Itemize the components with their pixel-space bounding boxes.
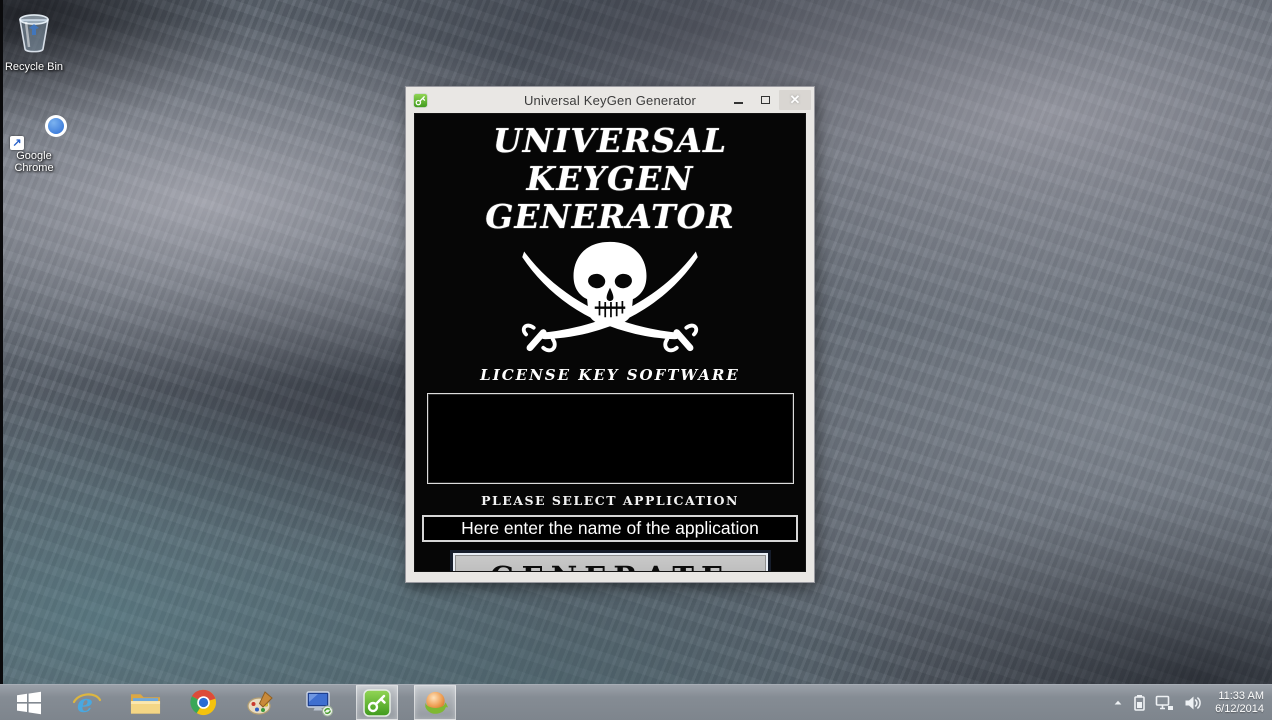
taskbar-item-sphere-app[interactable]: [414, 685, 456, 720]
desktop-icon-google-chrome[interactable]: ↗ Google Chrome: [4, 104, 64, 174]
desktop-icon-label: Recycle Bin: [4, 61, 64, 73]
maximize-button[interactable]: [752, 90, 779, 110]
keygen-key-icon: [363, 688, 391, 717]
desktop-icon-recycle-bin[interactable]: Recycle Bin: [4, 8, 64, 73]
desktop-icon-label: Google Chrome: [14, 150, 54, 174]
taskbar-item-chrome[interactable]: [182, 685, 224, 720]
application-listbox[interactable]: [427, 393, 794, 484]
start-button[interactable]: [8, 685, 50, 720]
generate-button[interactable]: GENERATE: [452, 553, 768, 571]
network-icon[interactable]: [1155, 695, 1175, 711]
ie-icon: e: [72, 689, 102, 718]
battery-icon[interactable]: [1133, 694, 1146, 712]
taskbar: e 11:33 AM 6/12/2014: [0, 684, 1272, 720]
app-heading-line1: UNIVERSAL KEYGEN: [492, 121, 728, 198]
app-heading-line2: GENERATOR: [485, 197, 735, 236]
select-application-label: PLEASE SELECT APPLICATION: [481, 493, 739, 508]
license-tagline: LICENSE KEY SOFTWARE: [480, 366, 740, 384]
windows-logo-icon: [17, 691, 41, 714]
clock-time: 11:33 AM: [1218, 689, 1264, 702]
recycle-bin-icon: [4, 8, 64, 59]
close-button[interactable]: ✕: [779, 90, 811, 110]
taskbar-item-keygen-app[interactable]: [356, 685, 398, 720]
clock-date: 6/12/2014: [1215, 702, 1264, 715]
system-tray: 11:33 AM 6/12/2014: [1112, 685, 1272, 720]
hidden-icons-arrow-icon[interactable]: [1112, 697, 1124, 709]
keygen-window-body: UNIVERSAL KEYGEN GENERATOR LICENSE KEY S…: [414, 113, 806, 572]
taskbar-item-internet-explorer[interactable]: e: [66, 685, 108, 720]
shortcut-arrow-icon: ↗: [10, 136, 24, 150]
orange-sphere-icon: [424, 691, 448, 714]
taskbar-item-paint[interactable]: [240, 685, 282, 720]
window-titlebar[interactable]: Universal KeyGen Generator ✕: [406, 87, 814, 113]
desktop: Recycle Bin ↗ Google Chrome Universal Ke…: [0, 0, 1272, 720]
app-heading: UNIVERSAL KEYGEN GENERATOR: [415, 122, 805, 236]
application-name-input[interactable]: [422, 515, 798, 542]
volume-icon[interactable]: [1184, 695, 1202, 711]
chrome-icon: [189, 689, 216, 716]
taskbar-item-computer[interactable]: [298, 685, 340, 720]
paint-palette-icon: [247, 690, 273, 715]
keygen-app-icon: [413, 92, 428, 108]
computer-icon: [306, 690, 333, 716]
minimize-button[interactable]: [725, 90, 752, 110]
chrome-icon: ↗: [10, 104, 56, 150]
taskbar-clock[interactable]: 11:33 AM 6/12/2014: [1211, 690, 1264, 716]
taskbar-item-file-explorer[interactable]: [124, 685, 166, 720]
folder-icon: [130, 693, 160, 714]
keygen-window: Universal KeyGen Generator ✕ UNIVERSAL K…: [405, 86, 815, 583]
pirate-skull-crossed-swords-icon: [521, 241, 699, 353]
